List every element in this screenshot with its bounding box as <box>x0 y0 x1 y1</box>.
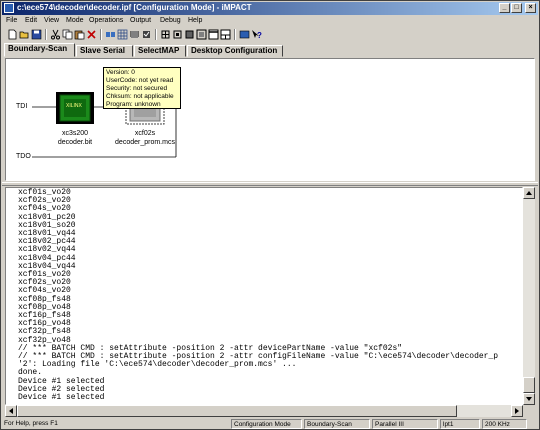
device-icon[interactable] <box>184 29 195 40</box>
device-1-file: decoder.bit <box>57 139 93 146</box>
tooltip-line: UserCode: not yet read <box>106 77 174 84</box>
device-1-chip-label: XILINX <box>66 103 82 109</box>
horizontal-scrollbar[interactable] <box>5 405 523 417</box>
save-icon[interactable] <box>31 29 42 40</box>
close-button[interactable]: × <box>525 3 536 13</box>
output-console[interactable]: xcf01s_vo20 xcf02s_vo20 xcf04s_vo20 xc18v01… <box>5 187 523 405</box>
jtag-chain-diagram[interactable]: TDI TDO XILINX xc3s200 decoder.bit xcf02… <box>5 58 535 181</box>
title-bar[interactable]: c:\ece574\decoder\decoder.ipf [Configura… <box>2 2 538 15</box>
status-help-text: For Help, press F1 <box>4 420 58 427</box>
paste-icon[interactable] <box>74 29 85 40</box>
status-cable: Parallel III <box>372 419 438 429</box>
toolbar: ? <box>2 28 538 42</box>
menu-file[interactable]: File <box>6 17 17 24</box>
minimize-button[interactable]: _ <box>499 3 510 13</box>
menu-view[interactable]: View <box>44 17 59 24</box>
new-icon[interactable] <box>7 29 18 40</box>
device-2-name: xcf02s <box>134 130 156 137</box>
menu-bar: File Edit View Mode Operations Output De… <box>2 16 538 27</box>
scroll-down-button[interactable] <box>523 393 535 405</box>
open-icon[interactable] <box>19 29 30 40</box>
scroll-right-button[interactable] <box>511 405 523 417</box>
console-line: Device #1 selected <box>18 393 105 402</box>
status-speed: 200 KHz <box>482 419 527 429</box>
tooltip-line: Program: unknown <box>106 101 161 108</box>
svg-text:?: ? <box>257 31 262 40</box>
verify-icon[interactable] <box>141 29 152 40</box>
horizontal-scroll-thumb[interactable] <box>17 405 457 417</box>
tab-slave-serial[interactable]: Slave Serial <box>76 45 133 57</box>
status-bar: For Help, press F1 Configuration Mode Bo… <box>2 418 538 430</box>
readback-icon[interactable] <box>172 29 183 40</box>
scroll-left-button[interactable] <box>5 405 17 417</box>
tooltip-line: Security: not secured <box>106 85 168 92</box>
console-line: '2': Loading file 'C:\ece574\decoder\dec… <box>18 360 297 370</box>
program-icon[interactable] <box>129 29 140 40</box>
grid-icon[interactable] <box>117 29 128 40</box>
cut-icon[interactable] <box>50 29 61 40</box>
device-1-name: xc3s200 <box>61 130 89 137</box>
tdi-label: TDI <box>16 103 28 110</box>
menu-help[interactable]: Help <box>188 17 202 24</box>
scroll-up-button[interactable] <box>523 187 535 199</box>
maximize-button[interactable]: □ <box>511 3 522 13</box>
vertical-scroll-thumb[interactable] <box>523 377 535 393</box>
delete-icon[interactable] <box>86 29 97 40</box>
about-icon[interactable] <box>239 29 250 40</box>
menu-operations[interactable]: Operations <box>89 17 123 24</box>
boundary-icon[interactable] <box>196 29 207 40</box>
menu-mode[interactable]: Mode <box>66 17 84 24</box>
scrollbar-corner <box>523 405 535 417</box>
impact-window: c:\ece574\decoder\decoder.ipf [Configura… <box>0 0 540 430</box>
status-scan-mode: Boundary-Scan <box>304 419 370 429</box>
help-icon[interactable]: ? <box>251 29 262 40</box>
menu-edit[interactable]: Edit <box>25 17 37 24</box>
status-mode: Configuration Mode <box>231 419 302 429</box>
device-1[interactable]: XILINX <box>56 92 94 124</box>
device-2-file: decoder_prom.mcs <box>115 139 175 146</box>
tooltip-line: Chksum: not applicable <box>106 93 174 100</box>
window-title: c:\ece574\decoder\decoder.ipf [Configura… <box>17 3 252 12</box>
mode-tabs: Boundary-Scan Slave Serial SelectMAP Des… <box>2 43 538 57</box>
tdo-label: TDO <box>16 153 31 160</box>
tab-boundary-scan[interactable]: Boundary-Scan <box>4 43 75 57</box>
menu-output[interactable]: Output <box>130 17 151 24</box>
output-icon[interactable] <box>220 29 231 40</box>
menu-debug[interactable]: Debug <box>160 17 181 24</box>
vertical-scrollbar[interactable] <box>523 187 535 405</box>
window-icon[interactable] <box>208 29 219 40</box>
erase-icon[interactable] <box>160 29 171 40</box>
device-info-tooltip: Version: 0 UserCode: not yet read Securi… <box>103 67 181 109</box>
copy-icon[interactable] <box>62 29 73 40</box>
tab-selectmap[interactable]: SelectMAP <box>134 45 186 57</box>
tab-desktop-configuration[interactable]: Desktop Configuration <box>187 45 283 57</box>
status-port: lpt1 <box>440 419 480 429</box>
tooltip-line: Version: 0 <box>106 69 135 76</box>
pane-splitter[interactable] <box>2 182 538 186</box>
chain-icon[interactable] <box>105 29 116 40</box>
app-icon <box>4 3 14 13</box>
